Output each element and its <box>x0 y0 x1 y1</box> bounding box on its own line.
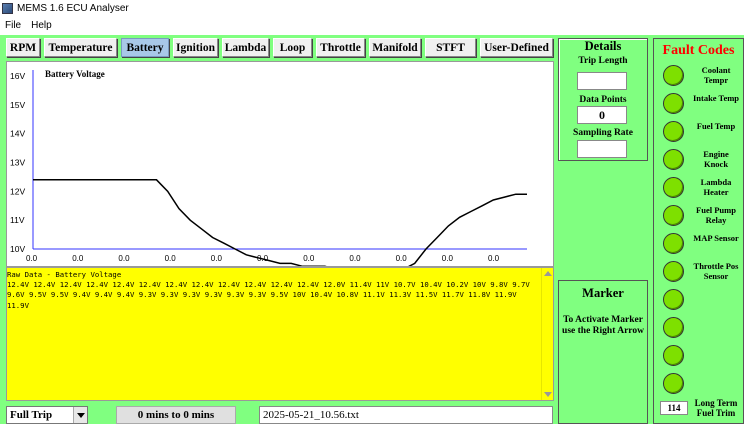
data-points-field[interactable]: 0 <box>577 106 627 124</box>
fault-led-icon <box>663 373 684 394</box>
tab-loop[interactable]: Loop <box>273 38 312 57</box>
fault-led-icon <box>663 65 684 86</box>
tab-temperature[interactable]: Temperature <box>44 38 117 57</box>
y-tick-label: 16V <box>10 71 25 81</box>
marker-panel: Marker To Activate Marker use the Right … <box>558 280 648 424</box>
fault-led-icon <box>663 317 684 338</box>
chart-title: Battery Voltage <box>45 69 105 79</box>
menu-file[interactable]: File <box>0 20 26 31</box>
fault-codes-title: Fault Codes <box>662 43 735 58</box>
y-tick-label: 10V <box>10 244 25 254</box>
fault-label: Fuel Temp <box>696 121 736 131</box>
fault-label: Lambda Heater <box>700 177 732 197</box>
battery-voltage-chart: Battery Voltage 16V 15V 14V 13V 12V 11V 10V 0.… <box>10 69 527 266</box>
chevron-down-icon[interactable] <box>73 407 87 423</box>
data-points-label: Data Points <box>579 95 627 105</box>
tab-rpm[interactable]: RPM <box>6 38 40 57</box>
fault-led-icon <box>663 289 684 310</box>
menu-help[interactable]: Help <box>26 20 57 31</box>
title-bar: MEMS 1.6 ECU Analyser <box>0 0 744 17</box>
y-tick-label: 13V <box>10 158 25 168</box>
scroll-up-icon[interactable] <box>544 271 552 276</box>
trip-select-value: Full Trip <box>10 409 53 421</box>
fault-led-icon <box>663 149 684 170</box>
x-tick-label: 0.0 <box>488 254 500 263</box>
fault-label: Fuel Pump Relay <box>696 205 736 225</box>
x-tick-label: 0.0 <box>26 254 38 263</box>
fault-codes-panel: Fault Codes Coolant Tempr Intake Temp Fuel… <box>653 38 744 424</box>
y-tick-label: 11V <box>10 215 25 225</box>
x-tick-label: 0.0 <box>118 254 130 263</box>
y-tick-label: 12V <box>10 186 25 196</box>
tab-ignition[interactable]: Ignition <box>173 38 218 57</box>
x-tick-label: 0.0 <box>442 254 454 263</box>
fault-led-icon <box>663 121 684 142</box>
marker-instructions: To Activate Marker use the Right Arrow <box>562 315 644 336</box>
trip-length-label: Trip Length <box>578 56 628 66</box>
fault-led-icon <box>663 261 684 282</box>
menu-bar: File Help <box>0 17 744 34</box>
tab-manifold[interactable]: Manifold <box>369 38 421 57</box>
time-range-display: 0 mins to 0 mins <box>116 406 236 424</box>
fault-label: MAP Sensor <box>693 233 739 243</box>
fault-led-icon <box>663 93 684 114</box>
y-tick-label: 14V <box>10 129 25 139</box>
y-tick-label: 15V <box>10 100 25 110</box>
details-title: Details <box>584 39 622 53</box>
fault-label: Intake Temp <box>692 93 740 103</box>
trip-length-field[interactable] <box>577 72 627 90</box>
fault-led-icon <box>663 345 684 366</box>
chart-area: Battery Voltage 16V 15V 14V 13V 12V 11V 10V 0.… <box>6 61 554 267</box>
fault-led-icon <box>663 233 684 254</box>
x-tick-label: 0.0 <box>303 254 315 263</box>
tab-battery[interactable]: Battery <box>121 38 169 57</box>
x-tick-label: 0.0 <box>211 254 223 263</box>
x-tick-label: 0.0 <box>396 254 408 263</box>
ltft-label: Long Term Fuel Trim <box>694 398 738 418</box>
raw-data-panel[interactable]: Raw Data - Battery Voltage 12.4V 12.4V 1… <box>6 267 554 401</box>
app-icon <box>2 3 13 14</box>
tab-stft[interactable]: STFT <box>425 38 476 57</box>
x-tick-label: 0.0 <box>165 254 177 263</box>
marker-title: Marker <box>582 286 624 300</box>
ltft-value-field: 114 <box>660 401 688 415</box>
fault-label: Engine Knock <box>703 149 729 169</box>
details-panel: Details Trip Length Data Points 0 Sampli… <box>558 38 648 161</box>
sampling-rate-field[interactable] <box>577 140 627 158</box>
tab-lambda[interactable]: Lambda <box>222 38 269 57</box>
fault-led-icon <box>663 177 684 198</box>
x-tick-label: 0.0 <box>349 254 361 263</box>
file-name-field[interactable]: 2025-05-21_10.56.txt <box>259 406 553 424</box>
fault-label: Coolant Tempr <box>701 65 731 85</box>
trip-select[interactable]: Full Trip <box>6 406 88 424</box>
fault-led-icon <box>663 205 684 226</box>
raw-data-values: 12.4V 12.4V 12.4V 12.4V 12.4V 12.4V 12.4… <box>7 280 530 310</box>
scroll-down-icon[interactable] <box>544 392 552 397</box>
tab-user-defined[interactable]: User-Defined <box>480 38 553 57</box>
tab-throttle[interactable]: Throttle <box>316 38 365 57</box>
raw-data-title: Raw Data - Battery Voltage <box>7 270 122 279</box>
window-title: MEMS 1.6 ECU Analyser <box>17 3 129 14</box>
sampling-rate-label: Sampling Rate <box>573 128 633 138</box>
fault-label: Throttle Pos Sensor <box>693 261 739 281</box>
x-tick-label: 0.0 <box>72 254 84 263</box>
raw-data-scrollbar[interactable] <box>541 268 553 400</box>
